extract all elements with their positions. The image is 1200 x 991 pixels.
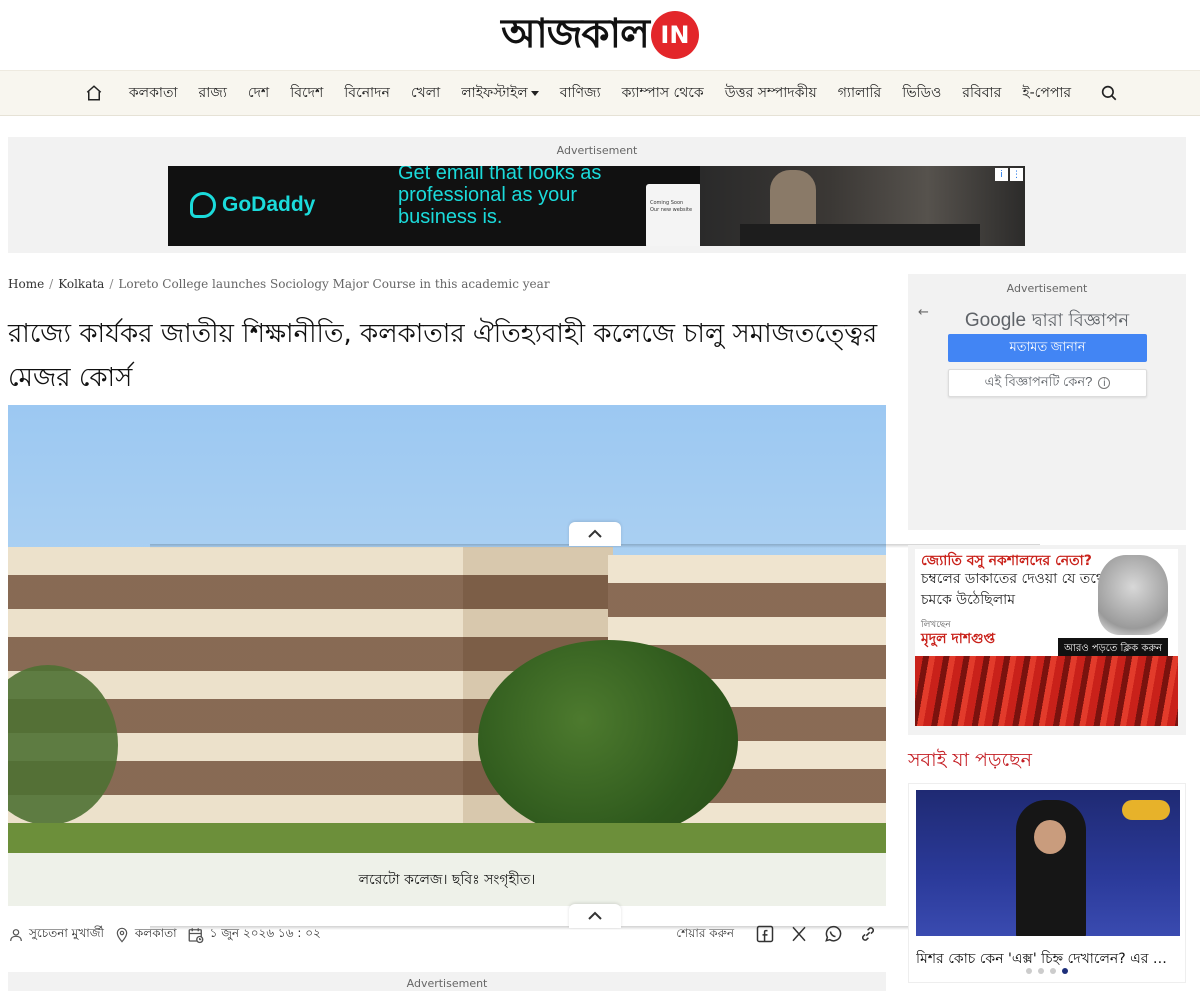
location: কলকাতা <box>114 925 177 945</box>
nav-item-video[interactable]: ভিডিও <box>892 81 952 105</box>
breadcrumb-section[interactable]: Kolkata <box>58 277 104 291</box>
logo-badge: IN <box>650 11 699 59</box>
chevron-up-icon <box>588 911 602 920</box>
godaddy-mark-icon <box>190 192 216 218</box>
godaddy-banner[interactable]: GoDaddy Get email that looks as professi… <box>168 166 1025 246</box>
info-icon: i <box>1098 377 1111 389</box>
ad-label: Advertisement <box>1006 282 1088 295</box>
send-feedback-button[interactable]: মতামত জানান <box>948 334 1147 362</box>
calendar-clock-icon <box>188 928 204 944</box>
carousel-dot[interactable] <box>1038 968 1044 974</box>
carousel-dot[interactable] <box>1026 968 1032 974</box>
whatsapp-icon[interactable] <box>823 924 843 947</box>
breadcrumb-separator: / <box>49 277 54 291</box>
nav-item-epaper[interactable]: ই-পেপার <box>1012 81 1082 105</box>
sidebar-advertisement: Advertisement ← Google দ্বারা বিজ্ঞাপন ম… <box>908 274 1186 530</box>
logo-text: আজকাল <box>501 9 650 57</box>
link-icon[interactable] <box>858 924 878 947</box>
godaddy-logo: GoDaddy <box>190 192 315 218</box>
image-caption: লরেটো কলেজ। ছবিঃ সংগৃহীত। <box>8 853 886 906</box>
breadcrumb-home[interactable]: Home <box>8 277 44 291</box>
nav-item-lifestyle[interactable]: লাইফস্টাইল <box>451 81 550 105</box>
nav-item-gallery[interactable]: গ্যালারি <box>827 81 892 105</box>
author[interactable]: সুচেতনা মুখার্জী <box>8 925 104 945</box>
home-icon[interactable] <box>76 84 112 102</box>
chevron-down-icon <box>530 90 539 96</box>
nav-item-editorial[interactable]: উত্তর সম্পাদকীয় <box>714 81 827 105</box>
promo-portrait <box>1098 555 1168 635</box>
nav-item-state[interactable]: রাজ্য <box>188 81 237 105</box>
ad-label: Advertisement <box>556 144 638 157</box>
nav-item-lifestyle-label: লাইফস্টাইল <box>461 85 528 101</box>
phone-line-1: Coming Soon <box>650 200 684 206</box>
main-nav: কলকাতা রাজ্য দেশ বিদেশ বিনোদন খেলা লাইফস… <box>0 70 1200 116</box>
bottom-advertisement: Advertisement <box>8 972 886 991</box>
ad-desk <box>740 224 980 246</box>
ad-choices[interactable]: i ⋮ <box>995 168 1023 181</box>
nav-item-kolkata[interactable]: কলকাতা <box>118 81 188 105</box>
promo-crowd-image <box>915 656 1178 726</box>
nav-item-business[interactable]: বাণিজ্য <box>549 81 611 105</box>
publish-date: ১ জুন ২০২৬ ১৬ : ০২ <box>187 925 321 945</box>
lawn <box>8 823 886 853</box>
trending-title: সবাই যা পড়ছেন <box>908 749 1033 771</box>
chevron-up-icon <box>588 529 602 538</box>
phone-mockup: Coming Soon Our new website <box>646 184 702 246</box>
carousel-dots <box>909 968 1185 974</box>
article-headline: রাজ্যে কার্যকর জাতীয় শিক্ষানীতি, কলকাতা… <box>8 319 878 393</box>
nav-item-world[interactable]: বিদেশ <box>280 81 334 105</box>
x-icon[interactable] <box>790 925 808 946</box>
article-hero-image <box>8 405 886 853</box>
user-icon <box>10 929 22 942</box>
ads-by-google: Google দ্বারা বিজ্ঞাপন <box>908 306 1186 337</box>
promo-headline-2: চম্বলের ডাকাতের দেওয়া যে তথ্যে চমকে উঠে… <box>921 571 1110 608</box>
publish-date-text: ১ জুন ২০২৬ ১৬ : ০২ <box>209 926 321 940</box>
breadcrumb: Home / Kolkata / Loreto College launches… <box>8 277 550 291</box>
site-header: আজকাল IN <box>0 0 1200 70</box>
top-advertisement: Advertisement GoDaddy Get email that loo… <box>8 137 1186 253</box>
why-this-ad-label: এই বিজ্ঞাপনটি কেন? <box>984 373 1093 389</box>
card-badge <box>1122 800 1170 820</box>
nav-item-campus[interactable]: ক্যাম্পাস থেকে <box>611 81 714 105</box>
godaddy-brand: GoDaddy <box>222 193 316 216</box>
nav-item-sunday[interactable]: রবিবার <box>952 81 1012 105</box>
search-icon[interactable] <box>1094 84 1124 102</box>
phone-line-2: Our new website <box>650 207 693 213</box>
promo-author: মৃদুল দাশগুপ্ত <box>921 631 996 647</box>
carousel-dot[interactable] <box>1050 968 1056 974</box>
breadcrumb-current: Loreto College launches Sociology Major … <box>118 277 550 291</box>
trending-card[interactable]: মিশর কোচ কেন 'এক্স' চিহ্ন দেখালেন? এর … <box>908 783 1186 983</box>
location-pin-icon <box>116 927 128 943</box>
share-bar: শেয়ার করুন <box>676 924 878 947</box>
article-meta: সুচেতনা মুখার্জী কলকাতা ১ জুন ২০২৬ ১৬ : … <box>8 922 878 948</box>
collapse-toggle[interactable] <box>569 522 621 546</box>
share-label: শেয়ার করুন <box>676 926 734 940</box>
trending-card-image <box>916 790 1180 936</box>
more-vertical-icon[interactable]: ⋮ <box>1010 168 1023 181</box>
nav-item-entertainment[interactable]: বিনোদন <box>334 81 401 105</box>
ads-by-text: দ্বারা বিজ্ঞাপন <box>1031 310 1130 331</box>
carousel-dot-active[interactable] <box>1062 968 1068 974</box>
card-player-head <box>1034 820 1066 854</box>
nav-item-country[interactable]: দেশ <box>237 81 279 105</box>
ad-copy: Get email that looks as professional as … <box>398 166 602 228</box>
facebook-icon[interactable] <box>755 924 775 947</box>
location-name: কলকাতা <box>134 926 177 940</box>
google-wordmark: Google <box>964 310 1027 331</box>
info-icon[interactable]: i <box>995 168 1008 181</box>
author-name: সুচেতনা মুখার্জী <box>29 926 104 940</box>
ad-label: Advertisement <box>406 977 488 990</box>
breadcrumb-separator: / <box>109 277 114 291</box>
why-this-ad-button[interactable]: এই বিজ্ঞাপনটি কেন? i <box>948 369 1147 397</box>
promo-content: জ্যোতি বসু নকশালদের নেতা? চম্বলের ডাকাতে… <box>915 549 1178 726</box>
tree <box>478 640 738 840</box>
promo-banner[interactable]: জ্যোতি বসু নকশালদের নেতা? চম্বলের ডাকাতে… <box>908 545 1186 735</box>
nav-item-sports[interactable]: খেলা <box>400 81 450 105</box>
site-logo[interactable]: আজকাল IN <box>501 2 699 69</box>
ad-photo <box>700 166 1025 246</box>
